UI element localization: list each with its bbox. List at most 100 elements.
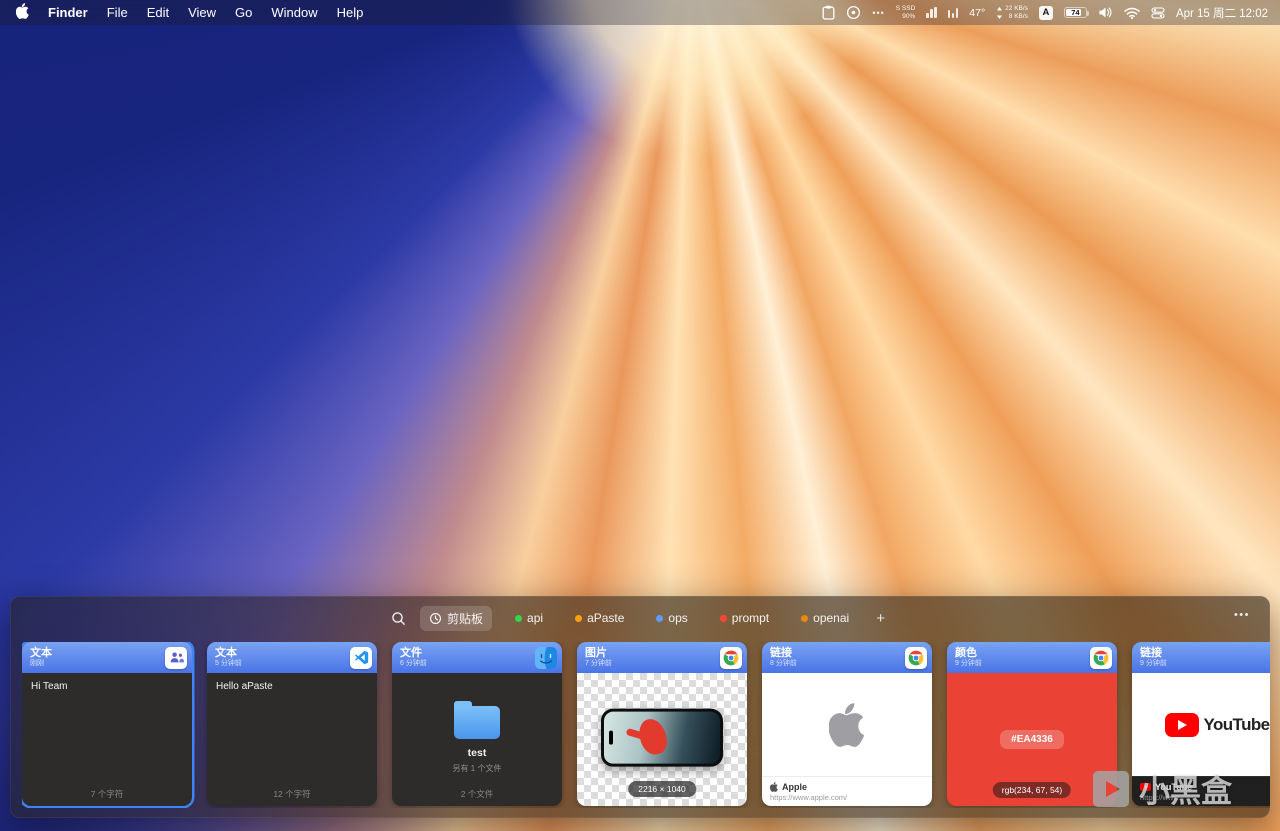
teams-icon [165, 646, 187, 669]
card-link-apple[interactable]: 链接 8 分钟前 Apple https://www.apple.com/ [762, 642, 932, 806]
disk-usage-widget[interactable]: S SSD 90% [896, 5, 916, 21]
card-time-label: 8 分钟前 [770, 659, 797, 667]
menu-go[interactable]: Go [235, 5, 252, 20]
youtube-favicon [1140, 782, 1151, 791]
color-swatch: #EA4336 rgb(234, 67, 54) [947, 673, 1117, 806]
card-header: 颜色 9 分钟前 [947, 642, 1117, 673]
circle-status-icon[interactable] [846, 5, 861, 20]
card-color-chrome[interactable]: 颜色 9 分钟前 #EA4336 rgb(234, 67, 54) [947, 642, 1117, 806]
char-count: 7 个字符 [90, 789, 124, 799]
more-status-icon[interactable]: ••• [872, 8, 884, 18]
clip-text: Hi Team [31, 681, 68, 692]
vscode-icon [350, 646, 372, 669]
menu-bar-left: Finder File Edit View Go Window Help [15, 3, 364, 22]
apple-favicon [770, 781, 778, 792]
tab-api[interactable]: api [506, 607, 552, 629]
image-preview: 2216 × 1040 [577, 673, 747, 806]
card-time-label: 9 分钟前 [955, 659, 982, 667]
menu-view[interactable]: View [188, 5, 216, 20]
tab-prompt[interactable]: prompt [711, 607, 778, 629]
menu-file[interactable]: File [107, 5, 128, 20]
apple-menu-icon[interactable] [15, 3, 29, 22]
input-source-switcher[interactable]: A [1038, 5, 1053, 20]
file-name: test [467, 746, 487, 759]
volume-icon[interactable] [1098, 6, 1113, 19]
wifi-icon[interactable] [1124, 7, 1140, 19]
iphone-image [601, 708, 723, 767]
card-body: Hello aPaste 12 个字符 [207, 673, 377, 806]
card-body: Hi Team 7 个字符 [22, 673, 192, 806]
network-speed-widget[interactable]: 22 KB/s 8 KB/s [996, 5, 1028, 21]
tab-ops[interactable]: ops [647, 607, 696, 629]
clipboard-status-icon[interactable] [822, 5, 835, 20]
youtube-play-icon [1164, 712, 1199, 737]
search-icon[interactable] [391, 611, 406, 626]
site-preview: YouTube [1132, 673, 1270, 776]
clipboard-cards-row: 文本 刚刚 Hi Team 7 个字符 文本 5 分钟前 Hello aPast… [22, 642, 1270, 808]
youtube-logo: YouTube [1164, 712, 1270, 737]
card-header: 链接 9 分钟前 [1132, 642, 1270, 673]
menu-bar-status: ••• S SSD 90% 47° 22 KB/s 8 KB/s A 74 Ap… [822, 5, 1268, 21]
card-type-label: 文本 [30, 646, 52, 659]
card-type-label: 颜色 [955, 646, 977, 659]
tab-openai[interactable]: openai [792, 607, 858, 629]
temperature-widget[interactable]: 47° [969, 7, 985, 19]
site-footer: YouTube https://www. [1132, 776, 1270, 806]
image-dimensions-badge: 2216 × 1040 [628, 781, 696, 797]
site-title-text: Apple [782, 781, 808, 792]
site-preview [762, 673, 932, 776]
site-url-text: https://www.apple.com/ [770, 792, 848, 802]
battery-indicator[interactable]: 74 [1063, 7, 1090, 18]
card-link-youtube[interactable]: 链接 9 分钟前 YouTube YouTube https://www. [1132, 642, 1270, 806]
camera-island [609, 730, 613, 745]
control-center-icon[interactable] [1151, 6, 1165, 20]
menu-clock[interactable]: Apr 15 周二 12:02 [1176, 5, 1268, 21]
site-title-text: YouTube [1155, 781, 1193, 792]
card-time-label: 6 分钟前 [400, 659, 427, 667]
card-type-label: 文本 [215, 646, 237, 659]
menu-edit[interactable]: Edit [147, 5, 169, 20]
card-text-vscode[interactable]: 文本 5 分钟前 Hello aPaste 12 个字符 [207, 642, 377, 806]
card-time-label: 5 分钟前 [215, 659, 242, 667]
card-type-label: 链接 [1140, 646, 1162, 659]
memory-meter-icon[interactable] [947, 7, 959, 18]
finder-icon [535, 646, 557, 669]
cpu-meter-icon[interactable] [926, 7, 937, 18]
tag-dot-green [515, 614, 523, 622]
add-tag-button[interactable]: + [872, 610, 889, 627]
folder-icon [454, 700, 500, 739]
tab-apaste[interactable]: aPaste [566, 607, 633, 629]
card-header: 文本 5 分钟前 [207, 642, 377, 673]
menu-bar: Finder File Edit View Go Window Help •••… [0, 0, 1280, 25]
card-text-teams[interactable]: 文本 刚刚 Hi Team 7 个字符 [22, 642, 192, 806]
panel-more-button[interactable]: ••• [1234, 609, 1250, 621]
menu-window[interactable]: Window [271, 5, 317, 20]
apple-logo [829, 702, 865, 747]
hex-value-pill: #EA4336 [1000, 730, 1064, 749]
tag-dot-orange [575, 614, 583, 622]
card-type-label: 图片 [585, 646, 607, 659]
tab-clipboard[interactable]: 剪贴板 [420, 605, 493, 631]
iphone-screen [604, 711, 720, 764]
red-figure [636, 715, 670, 757]
card-image-chrome[interactable]: 图片 7 分钟前 2216 × 1040 [577, 642, 747, 806]
menu-app-name[interactable]: Finder [48, 5, 88, 20]
clip-text: Hello aPaste [216, 681, 273, 692]
history-clock-icon [430, 612, 442, 624]
card-type-label: 文件 [400, 646, 422, 659]
card-body: test 另有 1 个文件 2 个文件 [392, 673, 562, 806]
card-files-finder[interactable]: 文件 6 分钟前 test 另有 1 个文件 2 个文件 [392, 642, 562, 806]
tag-dot-red [719, 614, 727, 622]
tag-dot-blue [656, 614, 664, 622]
card-header: 图片 7 分钟前 [577, 642, 747, 673]
chrome-icon [720, 646, 742, 669]
rgb-value-pill: rgb(234, 67, 54) [992, 782, 1072, 798]
file-count: 2 个文件 [460, 789, 494, 799]
tag-dot-amber [801, 614, 809, 622]
card-type-label: 链接 [770, 646, 792, 659]
site-footer: Apple https://www.apple.com/ [762, 776, 932, 806]
chrome-icon [905, 646, 927, 669]
menu-help[interactable]: Help [337, 5, 364, 20]
card-header: 文件 6 分钟前 [392, 642, 562, 673]
char-count: 12 个字符 [273, 789, 311, 799]
